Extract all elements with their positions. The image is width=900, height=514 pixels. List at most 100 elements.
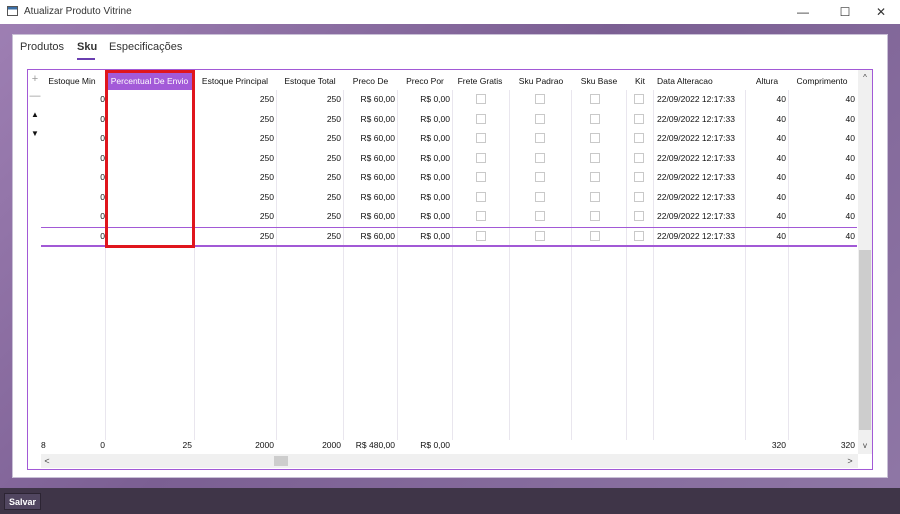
cell-estoque-min[interactable]: 0 (68, 110, 105, 129)
cell-preco-de[interactable]: R$ 60,00 (344, 227, 396, 246)
cell-estoque-principal[interactable]: 250 (196, 110, 274, 129)
cell-preco-de[interactable]: R$ 60,00 (344, 168, 396, 187)
col-header-estoque-total[interactable]: Estoque Total (277, 72, 343, 90)
kit-checkbox[interactable] (634, 152, 644, 163)
cell-estoque-min[interactable]: 0 (68, 129, 105, 148)
vertical-scrollbar[interactable]: ^ v (858, 70, 872, 454)
horizontal-scrollbar[interactable]: < > (41, 454, 858, 468)
col-header-sku-padrao[interactable]: Sku Padrao (511, 72, 571, 90)
cell-data[interactable]: 22/09/2022 12:17:33 (657, 90, 745, 109)
cell-preco-por[interactable]: R$ 0,00 (398, 207, 450, 226)
sku-padrao-checkbox[interactable] (535, 172, 545, 182)
sku-base-checkbox[interactable] (590, 133, 600, 143)
frete-gratis-checkbox[interactable] (476, 191, 486, 202)
save-button[interactable]: Salvar (4, 493, 41, 510)
tab-produtos[interactable]: Produtos (20, 41, 64, 53)
sku-base-checkbox[interactable] (590, 230, 600, 241)
close-button[interactable]: ✕ (870, 4, 892, 20)
cell-estoque-total[interactable]: 250 (276, 90, 341, 109)
sku-padrao-checkbox[interactable] (535, 133, 545, 143)
cell-estoque-principal[interactable]: 250 (196, 149, 274, 168)
col-header-estoque-principal[interactable]: Estoque Principal (195, 72, 275, 90)
cell-comprimento[interactable]: 40 (789, 227, 855, 246)
frete-gratis-checkbox[interactable] (476, 113, 486, 124)
cell-estoque-principal[interactable]: 250 (196, 168, 274, 187)
cell-estoque-total[interactable]: 250 (276, 129, 341, 148)
sku-padrao-checkbox[interactable] (535, 211, 545, 221)
cell-data[interactable]: 22/09/2022 12:17:33 (657, 168, 745, 187)
col-header-preco-por[interactable]: Preco Por (398, 72, 452, 90)
cell-altura[interactable]: 40 (746, 110, 786, 129)
cell-preco-por[interactable]: R$ 0,00 (398, 188, 450, 207)
minimize-button[interactable]: — (792, 4, 814, 20)
col-header-kit[interactable]: Kit (627, 72, 653, 90)
col-header-sku-base[interactable]: Sku Base (572, 72, 626, 90)
cell-altura[interactable]: 40 (746, 207, 786, 226)
col-header-frete-gratis[interactable]: Frete Gratis (453, 72, 507, 90)
scroll-down-icon[interactable]: v (859, 440, 871, 452)
cell-altura[interactable]: 40 (746, 188, 786, 207)
cell-estoque-min[interactable]: 0 (68, 90, 105, 109)
maximize-button[interactable]: ☐ (834, 4, 856, 20)
cell-data[interactable]: 22/09/2022 12:17:33 (657, 207, 745, 226)
cell-preco-de[interactable]: R$ 60,00 (344, 90, 396, 109)
cell-data[interactable]: 22/09/2022 12:17:33 (657, 227, 745, 246)
sku-padrao-checkbox[interactable] (535, 113, 545, 124)
cell-preco-por[interactable]: R$ 0,00 (398, 168, 450, 187)
col-header-data-alteracao[interactable]: Data Alteracao (654, 72, 747, 90)
cell-comprimento[interactable]: 40 (789, 149, 855, 168)
cell-data[interactable]: 22/09/2022 12:17:33 (657, 149, 745, 168)
sku-base-checkbox[interactable] (590, 172, 600, 182)
kit-checkbox[interactable] (634, 172, 644, 182)
kit-checkbox[interactable] (634, 113, 644, 124)
kit-checkbox[interactable] (634, 230, 644, 241)
cell-preco-de[interactable]: R$ 60,00 (344, 110, 396, 129)
cell-altura[interactable]: 40 (746, 168, 786, 187)
sku-base-checkbox[interactable] (590, 94, 600, 104)
cell-preco-de[interactable]: R$ 60,00 (344, 129, 396, 148)
cell-estoque-principal[interactable]: 250 (196, 227, 274, 246)
tab-especificacoes[interactable]: Especificações (109, 41, 182, 53)
cell-comprimento[interactable]: 40 (789, 110, 855, 129)
tab-sku[interactable]: Sku (77, 41, 97, 53)
vertical-scroll-thumb[interactable] (859, 250, 871, 430)
sku-padrao-checkbox[interactable] (535, 230, 545, 241)
cell-preco-de[interactable]: R$ 60,00 (344, 149, 396, 168)
sku-padrao-checkbox[interactable] (535, 94, 545, 104)
cell-data[interactable]: 22/09/2022 12:17:33 (657, 188, 745, 207)
kit-checkbox[interactable] (634, 211, 644, 221)
cell-estoque-total[interactable]: 250 (276, 207, 341, 226)
frete-gratis-checkbox[interactable] (476, 230, 486, 241)
cell-preco-por[interactable]: R$ 0,00 (398, 90, 450, 109)
cell-estoque-total[interactable]: 250 (276, 110, 341, 129)
cell-estoque-total[interactable]: 250 (276, 168, 341, 187)
cell-estoque-principal[interactable]: 250 (196, 188, 274, 207)
cell-altura[interactable]: 40 (746, 227, 786, 246)
cell-comprimento[interactable]: 40 (789, 168, 855, 187)
cell-estoque-min[interactable]: 0 (68, 149, 105, 168)
sku-padrao-checkbox[interactable] (535, 152, 545, 163)
frete-gratis-checkbox[interactable] (476, 94, 486, 104)
cell-altura[interactable]: 40 (746, 129, 786, 148)
scroll-up-icon[interactable]: ^ (859, 72, 871, 84)
cell-comprimento[interactable]: 40 (789, 90, 855, 109)
cell-estoque-total[interactable]: 250 (276, 227, 341, 246)
sku-base-checkbox[interactable] (590, 191, 600, 202)
cell-comprimento[interactable]: 40 (789, 129, 855, 148)
cell-altura[interactable]: 40 (746, 149, 786, 168)
sku-base-checkbox[interactable] (590, 211, 600, 221)
kit-checkbox[interactable] (634, 94, 644, 104)
cell-estoque-principal[interactable]: 250 (196, 207, 274, 226)
cell-estoque-principal[interactable]: 250 (196, 129, 274, 148)
sku-base-checkbox[interactable] (590, 152, 600, 163)
cell-comprimento[interactable]: 40 (789, 188, 855, 207)
cell-preco-de[interactable]: R$ 60,00 (344, 188, 396, 207)
cell-preco-por[interactable]: R$ 0,00 (398, 129, 450, 148)
col-header-altura[interactable]: Altura (746, 72, 788, 90)
cell-comprimento[interactable]: 40 (789, 207, 855, 226)
frete-gratis-checkbox[interactable] (476, 152, 486, 163)
cell-estoque-min[interactable]: 0 (68, 168, 105, 187)
cell-data[interactable]: 22/09/2022 12:17:33 (657, 129, 745, 148)
frete-gratis-checkbox[interactable] (476, 133, 486, 143)
sku-padrao-checkbox[interactable] (535, 191, 545, 202)
